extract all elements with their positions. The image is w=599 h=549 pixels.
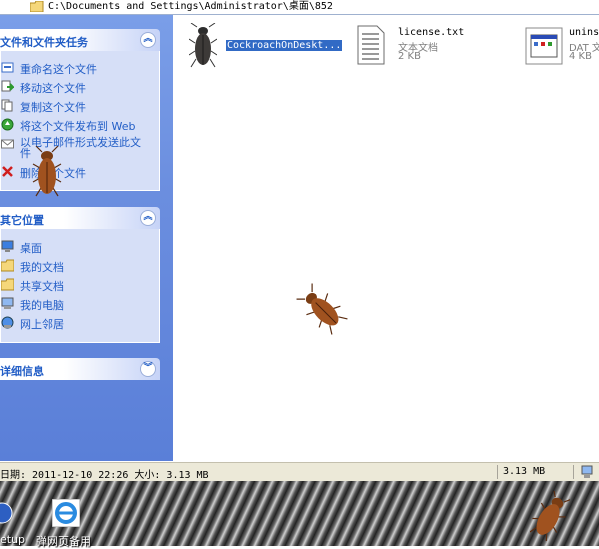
publish-web-icon: [1, 118, 14, 131]
cockroach-icon: [296, 283, 348, 335]
folder-icon: [30, 1, 44, 12]
collapse-chevron-icon[interactable]: ︽: [140, 210, 156, 226]
cockroach-exe-icon: [189, 23, 217, 68]
place-shared-documents-label: 共享文档: [20, 280, 64, 293]
file-list[interactable]: CockroachOnDeskt... license.txt 文本文档 2 K…: [173, 15, 599, 461]
status-details: 日期: 2011-12-10 22:26 大小: 3.13 MB: [0, 470, 209, 481]
task-publish-web[interactable]: 将这个文件发布到 Web: [1, 116, 159, 134]
cockroach-icon: [530, 491, 570, 541]
status-size: 3.13 MB: [503, 466, 546, 477]
status-separator: [497, 465, 498, 479]
task-pane: 文件和文件夹任务 ︽ 重命名这个文件 移动这个文件 复制这个文件 将这个文件发布…: [0, 15, 173, 461]
setup-icon: [0, 502, 13, 524]
file-item-unins[interactable]: unins DAT 文 4 KB: [521, 23, 599, 73]
status-separator: [573, 465, 574, 479]
file-tasks-body: 重命名这个文件 移动这个文件 复制这个文件 将这个文件发布到 Web 以电子邮件…: [0, 51, 160, 191]
desktop-icon-setup[interactable]: etup: [0, 499, 28, 546]
other-places-header[interactable]: 其它位置 ︽: [0, 207, 160, 229]
file-item-license[interactable]: license.txt 文本文档 2 KB: [353, 23, 493, 73]
address-path[interactable]: C:\Documents and Settings\Administrator\…: [48, 0, 333, 13]
text-document-icon: [357, 25, 385, 65]
task-rename-label: 重命名这个文件: [20, 63, 97, 76]
copy-icon: [1, 99, 13, 112]
details-title: 详细信息: [0, 365, 44, 378]
details-header[interactable]: 详细信息 ︾: [0, 358, 160, 380]
desktop-label-setup: etup: [0, 533, 26, 546]
shared-documents-icon: [1, 278, 14, 291]
desktop-icon: [1, 240, 14, 252]
other-places-title: 其它位置: [0, 214, 44, 227]
rename-icon: [1, 62, 14, 73]
file-size-license: 2 KB: [398, 51, 421, 62]
place-my-documents[interactable]: 我的文档: [1, 257, 159, 275]
ie-icon: [52, 499, 80, 527]
file-tasks-title: 文件和文件夹任务: [0, 36, 88, 49]
desktop-label-ie: 弹网页备用: [36, 535, 91, 548]
task-move-label: 移动这个文件: [20, 82, 86, 95]
task-rename[interactable]: 重命名这个文件: [1, 59, 159, 77]
place-network-label: 网上邻居: [20, 318, 64, 331]
file-size-unins: 4 KB: [569, 51, 592, 62]
dat-file-icon: [525, 27, 563, 65]
file-name-cockroach[interactable]: CockroachOnDeskt...: [226, 40, 343, 51]
task-copy[interactable]: 复制这个文件: [1, 97, 159, 115]
other-places-body: 桌面 我的文档 共享文档 我的电脑 网上邻居: [0, 229, 160, 343]
place-shared-documents[interactable]: 共享文档: [1, 276, 159, 294]
delete-icon: [2, 166, 13, 177]
task-move[interactable]: 移动这个文件: [1, 78, 159, 96]
place-my-computer-label: 我的电脑: [20, 299, 64, 312]
file-item-cockroach[interactable]: CockroachOnDeskt...: [183, 23, 363, 73]
file-name-unins: unins: [569, 27, 599, 38]
task-publish-web-label: 将这个文件发布到 Web: [20, 120, 136, 133]
expand-chevron-icon[interactable]: ︾: [140, 361, 156, 377]
collapse-chevron-icon[interactable]: ︽: [140, 32, 156, 48]
desktop-icon-ie[interactable]: 弹网页备用: [36, 499, 106, 548]
my-computer-icon: [581, 465, 593, 478]
cockroach-icon: [32, 146, 62, 197]
my-documents-icon: [1, 259, 14, 272]
task-email[interactable]: 以电子邮件形式发送此文件: [1, 135, 159, 165]
move-icon: [1, 80, 14, 92]
place-network[interactable]: 网上邻居: [1, 314, 159, 332]
desktop-background: etup 弹网页备用: [0, 481, 599, 548]
task-delete[interactable]: 删除这个文件: [1, 163, 159, 181]
file-tasks-header[interactable]: 文件和文件夹任务 ︽: [0, 29, 160, 51]
email-icon: [1, 139, 14, 149]
network-places-icon: [1, 316, 14, 329]
place-desktop[interactable]: 桌面: [1, 238, 159, 256]
place-desktop-label: 桌面: [20, 242, 42, 255]
place-my-documents-label: 我的文档: [20, 261, 64, 274]
status-bar: 日期: 2011-12-10 22:26 大小: 3.13 MB 3.13 MB: [0, 462, 599, 481]
file-name-license: license.txt: [398, 27, 465, 38]
my-computer-icon: [1, 297, 14, 309]
address-bar[interactable]: C:\Documents and Settings\Administrator\…: [0, 0, 599, 15]
place-my-computer[interactable]: 我的电脑: [1, 295, 159, 313]
task-copy-label: 复制这个文件: [20, 101, 86, 114]
